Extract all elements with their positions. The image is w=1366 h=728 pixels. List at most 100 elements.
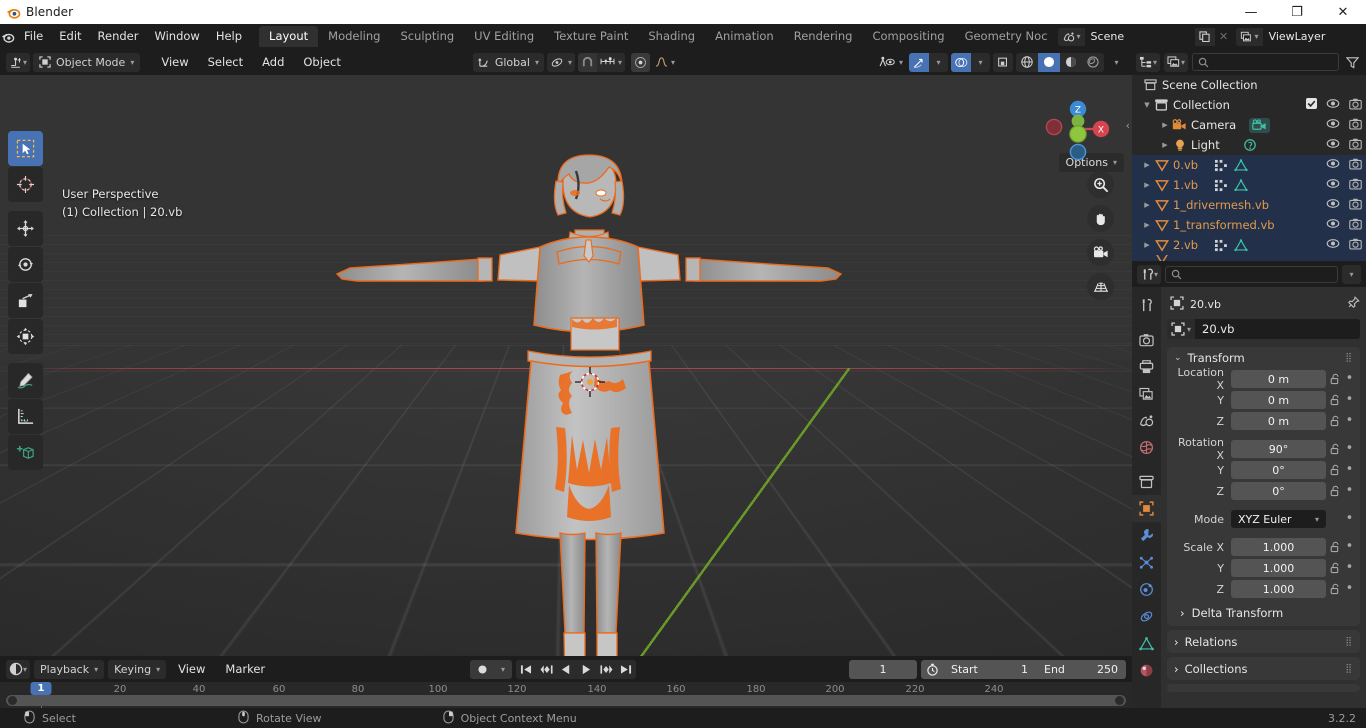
workspace-tab-modeling[interactable]: Modeling [318, 26, 390, 47]
animate-property-icon[interactable]: • [1343, 561, 1356, 574]
hide-in-viewport-icon[interactable] [1326, 98, 1340, 112]
filter-funnel-icon[interactable] [1343, 53, 1362, 72]
rotate-tool[interactable] [8, 247, 43, 282]
jump-to-end-icon[interactable] [616, 660, 636, 679]
viewport-menu-view[interactable]: View [153, 53, 196, 72]
viewport-menu-object[interactable]: Object [295, 53, 348, 72]
gizmo-icon[interactable] [909, 52, 929, 72]
checkbox-icon[interactable] [1306, 98, 1317, 112]
disable-in-renders-icon[interactable] [1349, 198, 1362, 213]
close-button[interactable]: ✕ [1320, 0, 1366, 24]
outliner-search-input[interactable] [1192, 53, 1339, 71]
scale-x-value[interactable]: 1.000 [1231, 538, 1326, 556]
tool-tab[interactable] [1132, 292, 1161, 319]
rotation-z-value[interactable]: 0° [1231, 482, 1326, 500]
view-layer-tab[interactable] [1132, 380, 1161, 407]
expander-icon[interactable]: ▼ [1141, 101, 1153, 109]
drag-handle-icon[interactable]: ⣿ [1345, 637, 1353, 647]
timeline-view-menu[interactable]: View [170, 660, 213, 679]
disable-in-renders-icon[interactable] [1349, 98, 1362, 113]
pan-hand-icon[interactable] [1087, 205, 1114, 232]
toggle-ortho-grid-icon[interactable] [1087, 273, 1114, 300]
unlink-scene-button[interactable]: ✕ [1215, 28, 1233, 46]
camera-view-icon[interactable] [1087, 239, 1114, 266]
record-keyframe-icon[interactable] [470, 660, 494, 679]
workspace-tab-shading[interactable]: Shading [638, 26, 705, 47]
timeline-playback-menu[interactable]: Playback ▾ [34, 659, 105, 679]
physics-tab[interactable] [1132, 576, 1161, 603]
jump-to-next-keyframe-icon[interactable] [596, 660, 616, 679]
timeline-ruler[interactable]: 20 40 60 80 100 120 140 160 180 200 220 … [0, 682, 1132, 712]
disable-in-renders-icon[interactable] [1349, 218, 1362, 233]
overlays-icon[interactable] [951, 52, 971, 72]
expander-icon[interactable]: ▶ [1159, 141, 1171, 149]
workspace-tab-animation[interactable]: Animation [705, 26, 784, 47]
workspace-tab-sculpting[interactable]: Sculpting [390, 26, 464, 47]
camera-data-icon[interactable] [1249, 117, 1271, 133]
outliner-display-mode-icon[interactable]: ▾ [1136, 52, 1161, 72]
animate-property-icon[interactable]: • [1343, 393, 1356, 406]
outliner-row-scene-collection[interactable]: Scene Collection [1132, 75, 1366, 95]
animate-property-icon[interactable]: • [1343, 582, 1356, 595]
world-tab[interactable] [1132, 434, 1161, 461]
viewport-sidebar-toggle[interactable]: ‹ [1126, 119, 1130, 132]
light-data-icon[interactable] [1243, 138, 1257, 152]
workspace-tab-texture-paint[interactable]: Texture Paint [544, 26, 638, 47]
scene-icon[interactable]: ▾ [1057, 27, 1085, 46]
annotate-tool[interactable] [8, 363, 43, 398]
keying-dropdown[interactable]: ▾ [494, 660, 512, 679]
add-cube-tool[interactable] [8, 435, 43, 470]
viewlayer-selector[interactable]: ▾ ViewLayer ✕ [1235, 27, 1366, 46]
animate-property-icon[interactable]: • [1343, 540, 1356, 553]
workspace-tab-rendering[interactable]: Rendering [784, 26, 863, 47]
viewport-menu-add[interactable]: Add [254, 53, 292, 72]
shading-solid-button[interactable] [1038, 52, 1060, 72]
modifier-icon[interactable] [1214, 179, 1228, 192]
current-frame-field[interactable]: 1 [849, 659, 917, 679]
location-z-value[interactable]: 0 m [1231, 412, 1326, 430]
viewlayer-icon[interactable]: ▾ [1235, 27, 1263, 46]
shading-dropdown[interactable]: ▾ [1107, 53, 1126, 72]
end-frame-field[interactable]: End 250 [1036, 660, 1126, 679]
hide-in-viewport-icon[interactable] [1326, 218, 1340, 232]
viewport-menu-select[interactable]: Select [200, 53, 251, 72]
object-types-visibility-icon[interactable]: ▾ [876, 53, 906, 72]
viewport-canvas[interactable]: User Perspective (1) Collection | 20.vb … [0, 75, 1132, 656]
lock-icon[interactable] [1326, 373, 1343, 385]
particles-tab[interactable] [1132, 549, 1161, 576]
xray-toggle-icon[interactable] [993, 52, 1013, 72]
animate-property-icon[interactable]: • [1343, 442, 1356, 455]
object-icon[interactable]: ▾ [1167, 319, 1196, 339]
properties-editor-icon[interactable]: ▾ [1137, 264, 1162, 284]
snap-magnet-icon[interactable] [577, 52, 597, 72]
navigation-gizmo[interactable]: Z X [1040, 91, 1116, 167]
scene-tab[interactable] [1132, 407, 1161, 434]
workspace-tab-geometry-nodes[interactable]: Geometry Noc [955, 26, 1058, 47]
scale-tool[interactable] [8, 283, 43, 318]
expander-icon[interactable]: ▶ [1141, 161, 1153, 169]
proportional-edit-icon[interactable] [630, 52, 650, 72]
mesh-data-icon[interactable] [1234, 178, 1248, 192]
render-tab[interactable] [1132, 326, 1161, 353]
outliner-row-collection[interactable]: ▼ Collection [1132, 95, 1366, 115]
object-tab[interactable] [1132, 495, 1161, 522]
scene-selector[interactable]: ▾ Scene ✕ [1057, 27, 1233, 46]
outliner-filter-scene-icon[interactable]: ▾ [1164, 52, 1189, 72]
collection-tab[interactable] [1132, 468, 1161, 495]
outliner-row-camera[interactable]: ▶ Camera [1132, 115, 1366, 135]
shading-wireframe-button[interactable] [1016, 53, 1038, 72]
hide-in-viewport-icon[interactable] [1326, 118, 1340, 132]
shading-material-preview-button[interactable] [1060, 53, 1082, 72]
mesh-data-icon[interactable] [1234, 238, 1248, 252]
next-panel-partial[interactable] [1167, 684, 1360, 692]
workspace-tab-uv-editing[interactable]: UV Editing [464, 26, 544, 47]
modifier-icon[interactable] [1214, 239, 1228, 252]
disable-in-renders-icon[interactable] [1349, 178, 1362, 193]
timeline-editor-icon[interactable]: ▾ [6, 659, 31, 679]
play-reverse-icon[interactable] [556, 660, 576, 679]
jump-to-start-icon[interactable] [516, 660, 536, 679]
falloff-curve-icon[interactable]: ▾ [652, 53, 678, 72]
properties-search-input[interactable] [1165, 265, 1338, 283]
mesh-data-icon[interactable] [1234, 158, 1248, 172]
workspace-tab-compositing[interactable]: Compositing [862, 26, 954, 47]
